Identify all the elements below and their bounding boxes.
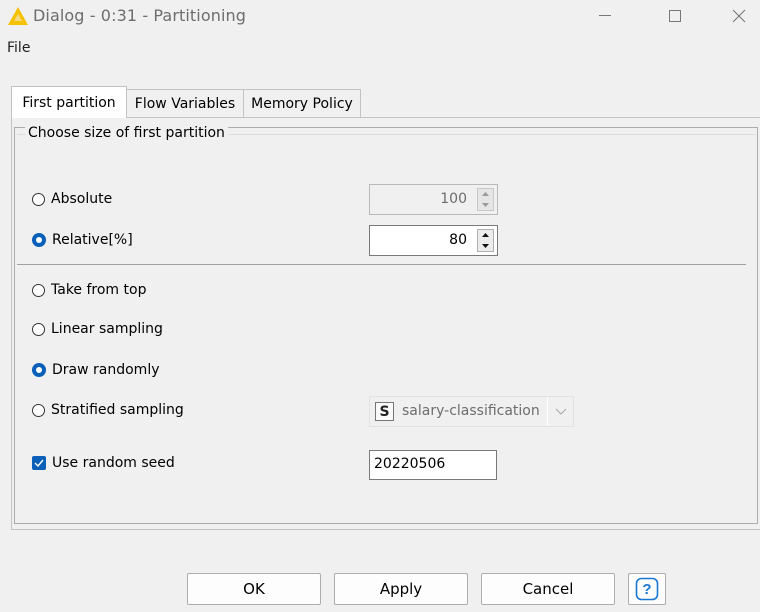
maximize-button[interactable]: [652, 0, 698, 32]
draw-randomly-radio[interactable]: [32, 363, 46, 377]
maximize-icon: [669, 10, 681, 22]
draw-randomly-option[interactable]: Draw randomly: [32, 362, 160, 378]
checkmark-icon: [34, 459, 44, 467]
tab-first-partition[interactable]: First partition: [11, 86, 127, 118]
relative-value: 80: [449, 232, 467, 248]
absolute-label: Absolute: [51, 191, 113, 207]
spin-up-icon[interactable]: [478, 230, 493, 240]
stratified-column-value: salary-classification: [402, 403, 540, 419]
draw-randomly-label: Draw randomly: [52, 362, 160, 378]
chevron-down-icon[interactable]: [547, 397, 574, 426]
close-button[interactable]: [716, 0, 760, 32]
random-seed-checkbox[interactable]: [32, 456, 46, 470]
take-from-top-label: Take from top: [51, 282, 147, 298]
tab-memory-policy[interactable]: Memory Policy: [243, 89, 361, 117]
group-title: Choose size of first partition: [25, 125, 228, 141]
minimize-button[interactable]: [582, 0, 628, 32]
help-icon: ?: [635, 577, 659, 601]
close-icon: [732, 9, 746, 23]
absolute-option[interactable]: Absolute: [32, 191, 112, 207]
relative-radio[interactable]: [32, 233, 46, 247]
menu-file[interactable]: File: [7, 40, 30, 56]
relative-spin-arrows[interactable]: [477, 229, 494, 252]
relative-spinner[interactable]: 80: [369, 225, 498, 256]
ok-button[interactable]: OK: [187, 573, 321, 605]
spin-down-icon[interactable]: [478, 200, 493, 210]
absolute-spin-arrows[interactable]: [477, 188, 494, 211]
absolute-value: 100: [440, 191, 467, 207]
title-bar: Dialog - 0:31 - Partitioning: [0, 0, 760, 32]
spin-down-icon[interactable]: [478, 241, 493, 251]
help-glyph: ?: [642, 581, 651, 598]
stratified-column-select[interactable]: S salary-classification: [369, 396, 574, 427]
apply-button[interactable]: Apply: [334, 573, 468, 605]
window-title: Dialog - 0:31 - Partitioning: [33, 6, 247, 25]
absolute-radio[interactable]: [32, 192, 45, 206]
linear-sampling-option[interactable]: Linear sampling: [32, 321, 163, 337]
linear-sampling-radio[interactable]: [32, 322, 45, 336]
spin-up-icon[interactable]: [478, 189, 493, 199]
string-type-icon: S: [375, 402, 394, 421]
random-seed-option[interactable]: Use random seed: [32, 455, 175, 471]
cancel-button[interactable]: Cancel: [481, 573, 615, 605]
stratified-sampling-radio[interactable]: [32, 403, 45, 417]
knime-logo-icon: [8, 7, 28, 25]
absolute-spinner[interactable]: 100: [369, 184, 498, 215]
minimize-icon: [599, 15, 611, 16]
stratified-sampling-label: Stratified sampling: [51, 402, 184, 418]
relative-label: Relative[%]: [52, 232, 133, 248]
take-from-top-option[interactable]: Take from top: [32, 282, 146, 298]
relative-option[interactable]: Relative[%]: [32, 232, 133, 248]
random-seed-input[interactable]: 20220506: [369, 450, 497, 480]
random-seed-label: Use random seed: [52, 455, 175, 471]
stratified-sampling-option[interactable]: Stratified sampling: [32, 402, 184, 418]
help-button[interactable]: ?: [628, 573, 666, 605]
tab-flow-variables[interactable]: Flow Variables: [126, 89, 244, 117]
take-from-top-radio[interactable]: [32, 283, 45, 297]
linear-sampling-label: Linear sampling: [51, 321, 163, 337]
section-divider: [17, 264, 746, 265]
